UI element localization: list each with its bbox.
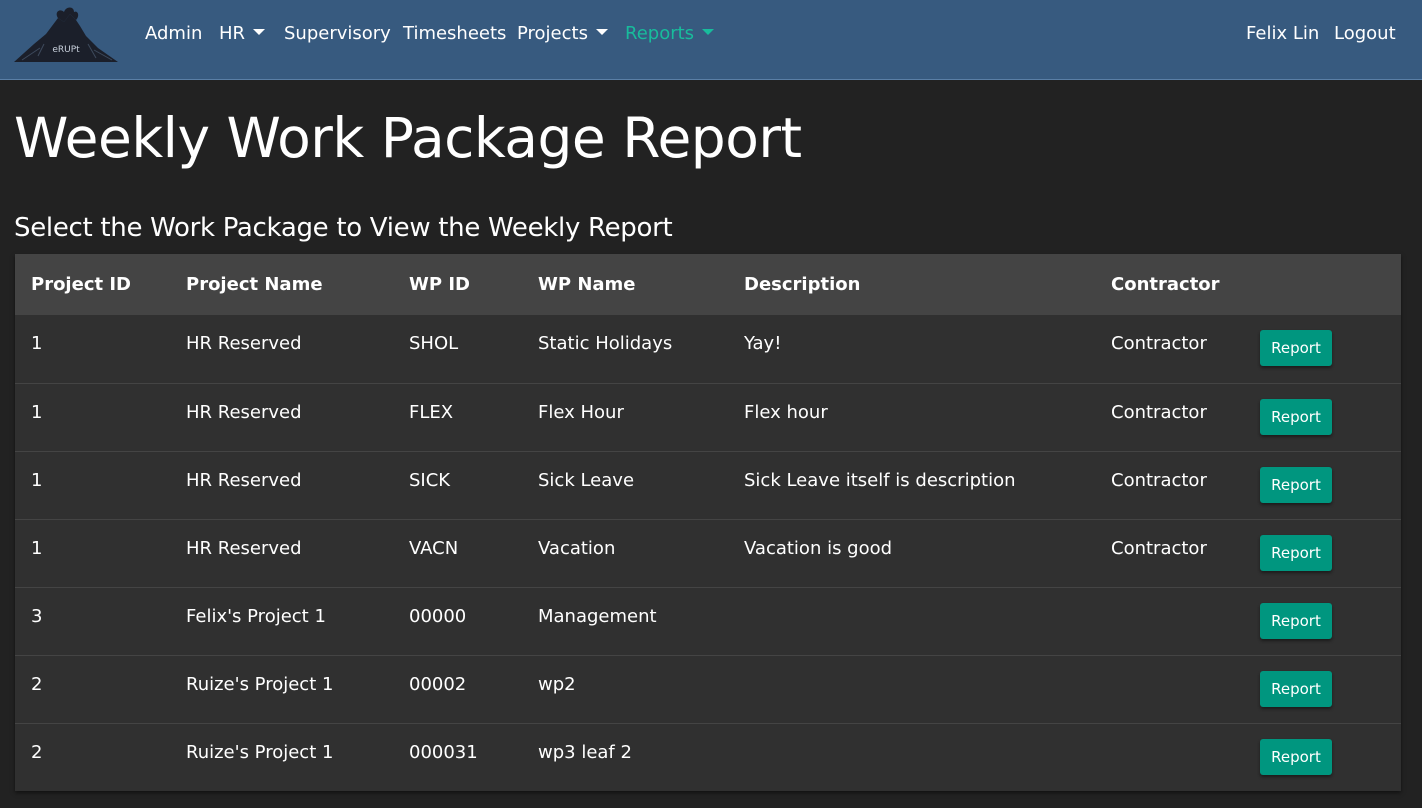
cell-project-name: HR Reserved xyxy=(186,469,302,491)
top-navbar: eRUPt Admin HR Supervisory Timesheets Pr… xyxy=(0,0,1422,80)
nav-logout[interactable]: Logout xyxy=(1334,22,1396,46)
nav-admin[interactable]: Admin xyxy=(145,22,202,46)
cell-project-id: 1 xyxy=(31,401,43,423)
report-button[interactable]: Report xyxy=(1260,534,1332,571)
caret-down-icon xyxy=(595,29,608,35)
cell-wp-name: Sick Leave xyxy=(538,469,635,491)
cell-project-name: HR Reserved xyxy=(186,537,302,559)
nav-projects-label: Projects xyxy=(517,23,588,44)
nav-projects-dropdown[interactable]: Projects xyxy=(517,22,608,46)
cell-project-id: 1 xyxy=(31,537,43,559)
cell-action: Report xyxy=(1250,587,1401,655)
header-wp-id: WP ID xyxy=(409,274,470,295)
report-button[interactable]: Report xyxy=(1260,602,1332,639)
cell-description: Yay! xyxy=(744,333,782,354)
cell-wp-name: wp2 xyxy=(538,673,576,695)
report-button[interactable]: Report xyxy=(1260,330,1332,366)
cell-action: Report xyxy=(1250,723,1401,791)
cell-action: Report xyxy=(1250,315,1401,383)
cell-wp-id: SICK xyxy=(409,469,451,491)
work-package-table: Project ID Project Name WP ID WP Name De… xyxy=(15,254,1401,791)
cell-description: Flex hour xyxy=(744,401,828,423)
header-project-name: Project Name xyxy=(186,274,323,295)
header-project-id: Project ID xyxy=(31,274,131,295)
cell-project-id: 2 xyxy=(31,741,43,763)
cell-action: Report xyxy=(1250,519,1401,587)
cell-contractor: Contractor xyxy=(1111,469,1207,491)
erupt-volcano-logo[interactable]: eRUPt xyxy=(14,4,118,66)
cell-action: Report xyxy=(1250,451,1401,519)
cell-project-name: HR Reserved xyxy=(186,401,302,423)
table-row: 1 HR Reserved SICK Sick Leave Sick Leave… xyxy=(15,451,1401,519)
cell-project-name: HR Reserved xyxy=(186,333,302,354)
cell-wp-name: Static Holidays xyxy=(538,333,673,354)
header-actions xyxy=(1250,254,1401,315)
cell-description xyxy=(728,723,1095,791)
cell-action: Report xyxy=(1250,383,1401,451)
cell-project-id: 2 xyxy=(31,673,43,695)
work-package-table-container: Project ID Project Name WP ID WP Name De… xyxy=(15,254,1401,791)
header-description: Description xyxy=(744,274,861,295)
cell-project-name: Ruize's Project 1 xyxy=(186,741,334,763)
table-header-row: Project ID Project Name WP ID WP Name De… xyxy=(15,254,1401,315)
cell-action: Report xyxy=(1250,655,1401,723)
cell-wp-name: wp3 leaf 2 xyxy=(538,741,632,763)
cell-project-name: Ruize's Project 1 xyxy=(186,673,334,695)
table-row: 1 HR Reserved FLEX Flex Hour Flex hour C… xyxy=(15,383,1401,451)
report-button[interactable]: Report xyxy=(1260,466,1332,503)
cell-description: Vacation is good xyxy=(744,537,893,559)
cell-wp-id: 00002 xyxy=(409,673,467,695)
cell-project-id: 1 xyxy=(31,333,43,354)
cell-wp-name: Flex Hour xyxy=(538,401,624,423)
nav-reports-label: Reports xyxy=(625,23,695,44)
header-contractor: Contractor xyxy=(1111,274,1220,295)
cell-contractor xyxy=(1095,723,1250,791)
nav-hr-label: HR xyxy=(219,23,246,44)
cell-wp-name: Management xyxy=(538,605,657,627)
page-subtitle: Select the Work Package to View the Week… xyxy=(14,213,673,243)
table-row: 1 HR Reserved SHOL Static Holidays Yay! … xyxy=(15,315,1401,383)
cell-contractor xyxy=(1095,655,1250,723)
svg-text:eRUPt: eRUPt xyxy=(52,45,80,55)
cell-wp-id: FLEX xyxy=(409,401,454,423)
nav-reports-dropdown[interactable]: Reports xyxy=(625,22,715,46)
table-row: 3 Felix's Project 1 00000 Management Rep… xyxy=(15,587,1401,655)
cell-contractor: Contractor xyxy=(1111,401,1207,423)
table-row: 1 HR Reserved VACN Vacation Vacation is … xyxy=(15,519,1401,587)
header-wp-name: WP Name xyxy=(538,274,636,295)
nav-timesheets[interactable]: Timesheets xyxy=(403,22,506,46)
page-title: Weekly Work Package Report xyxy=(14,106,802,170)
cell-wp-id: 00000 xyxy=(409,605,467,627)
cell-contractor xyxy=(1095,587,1250,655)
cell-project-id: 3 xyxy=(31,605,43,627)
cell-description xyxy=(728,587,1095,655)
table-row: 2 Ruize's Project 1 000031 wp3 leaf 2 Re… xyxy=(15,723,1401,791)
report-button[interactable]: Report xyxy=(1260,398,1332,435)
cell-wp-id: SHOL xyxy=(409,333,459,354)
nav-supervisory[interactable]: Supervisory xyxy=(284,22,391,46)
cell-project-id: 1 xyxy=(31,469,43,491)
report-button[interactable]: Report xyxy=(1260,738,1332,775)
cell-contractor: Contractor xyxy=(1111,537,1207,559)
cell-contractor: Contractor xyxy=(1111,333,1207,354)
caret-down-icon xyxy=(702,29,715,35)
cell-wp-id: VACN xyxy=(409,537,459,559)
cell-project-name: Felix's Project 1 xyxy=(186,605,326,627)
cell-wp-name: Vacation xyxy=(538,537,616,559)
caret-down-icon xyxy=(253,29,266,35)
cell-description: Sick Leave itself is description xyxy=(744,469,1016,491)
nav-user-name[interactable]: Felix Lin xyxy=(1246,22,1319,46)
report-button[interactable]: Report xyxy=(1260,670,1332,707)
cell-wp-id: 000031 xyxy=(409,741,478,763)
table-row: 2 Ruize's Project 1 00002 wp2 Report xyxy=(15,655,1401,723)
nav-hr-dropdown[interactable]: HR xyxy=(219,22,266,46)
cell-description xyxy=(728,655,1095,723)
